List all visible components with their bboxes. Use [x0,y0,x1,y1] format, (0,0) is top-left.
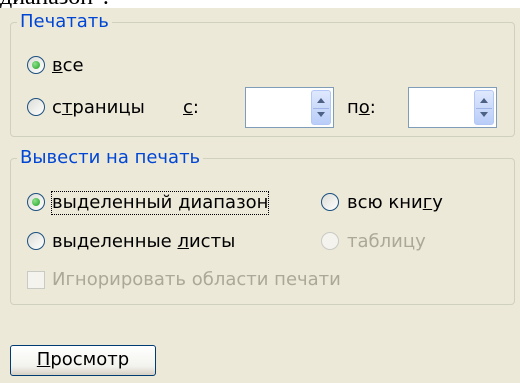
radio-all-dot [32,61,40,69]
radio-selected-sheets[interactable] [27,232,45,250]
radio-pages-label[interactable]: страницы [52,97,145,119]
ignore-print-areas-checkbox [27,271,45,289]
from-page-spin-buttons[interactable] [311,90,331,125]
spin-up-icon[interactable] [317,98,325,103]
radio-all-label[interactable]: все [52,55,84,77]
to-label: по: [347,97,376,118]
spin-down-icon[interactable] [480,112,488,117]
print-range-group: Печатать все страницы с: по: [10,11,515,137]
print-what-legend: Вывести на печать [17,147,204,169]
print-what-group: Вывести на печать выделенный диапазон вс… [10,147,515,305]
to-page-spin-buttons[interactable] [474,90,494,125]
to-page-spinner[interactable] [408,87,497,128]
preview-button[interactable]: Просмотр [10,345,156,376]
radio-workbook-label[interactable]: всю книгу [347,192,443,214]
radio-all[interactable] [27,56,45,74]
spin-divider [313,107,329,109]
radio-selection[interactable] [27,193,45,211]
ignore-print-areas-label: Игнорировать области печати [52,269,341,290]
from-label: с: [183,97,199,118]
spin-divider [476,107,492,109]
radio-selection-dot [32,198,40,206]
spin-up-icon[interactable] [480,98,488,103]
print-range-legend: Печатать [17,11,112,33]
radio-table-label: таблицу [347,231,426,252]
radio-pages[interactable] [27,98,45,116]
cutoff-text: диапазон". [0,0,109,8]
radio-table [321,232,339,250]
spin-down-icon[interactable] [317,112,325,117]
from-page-spinner[interactable] [245,87,334,128]
radio-workbook[interactable] [321,193,339,211]
radio-selected-sheets-label[interactable]: выделенные листы [52,231,235,253]
radio-selection-label[interactable]: выделенный диапазон [50,191,270,215]
dialog-top-strip: диапазон". [0,0,520,8]
